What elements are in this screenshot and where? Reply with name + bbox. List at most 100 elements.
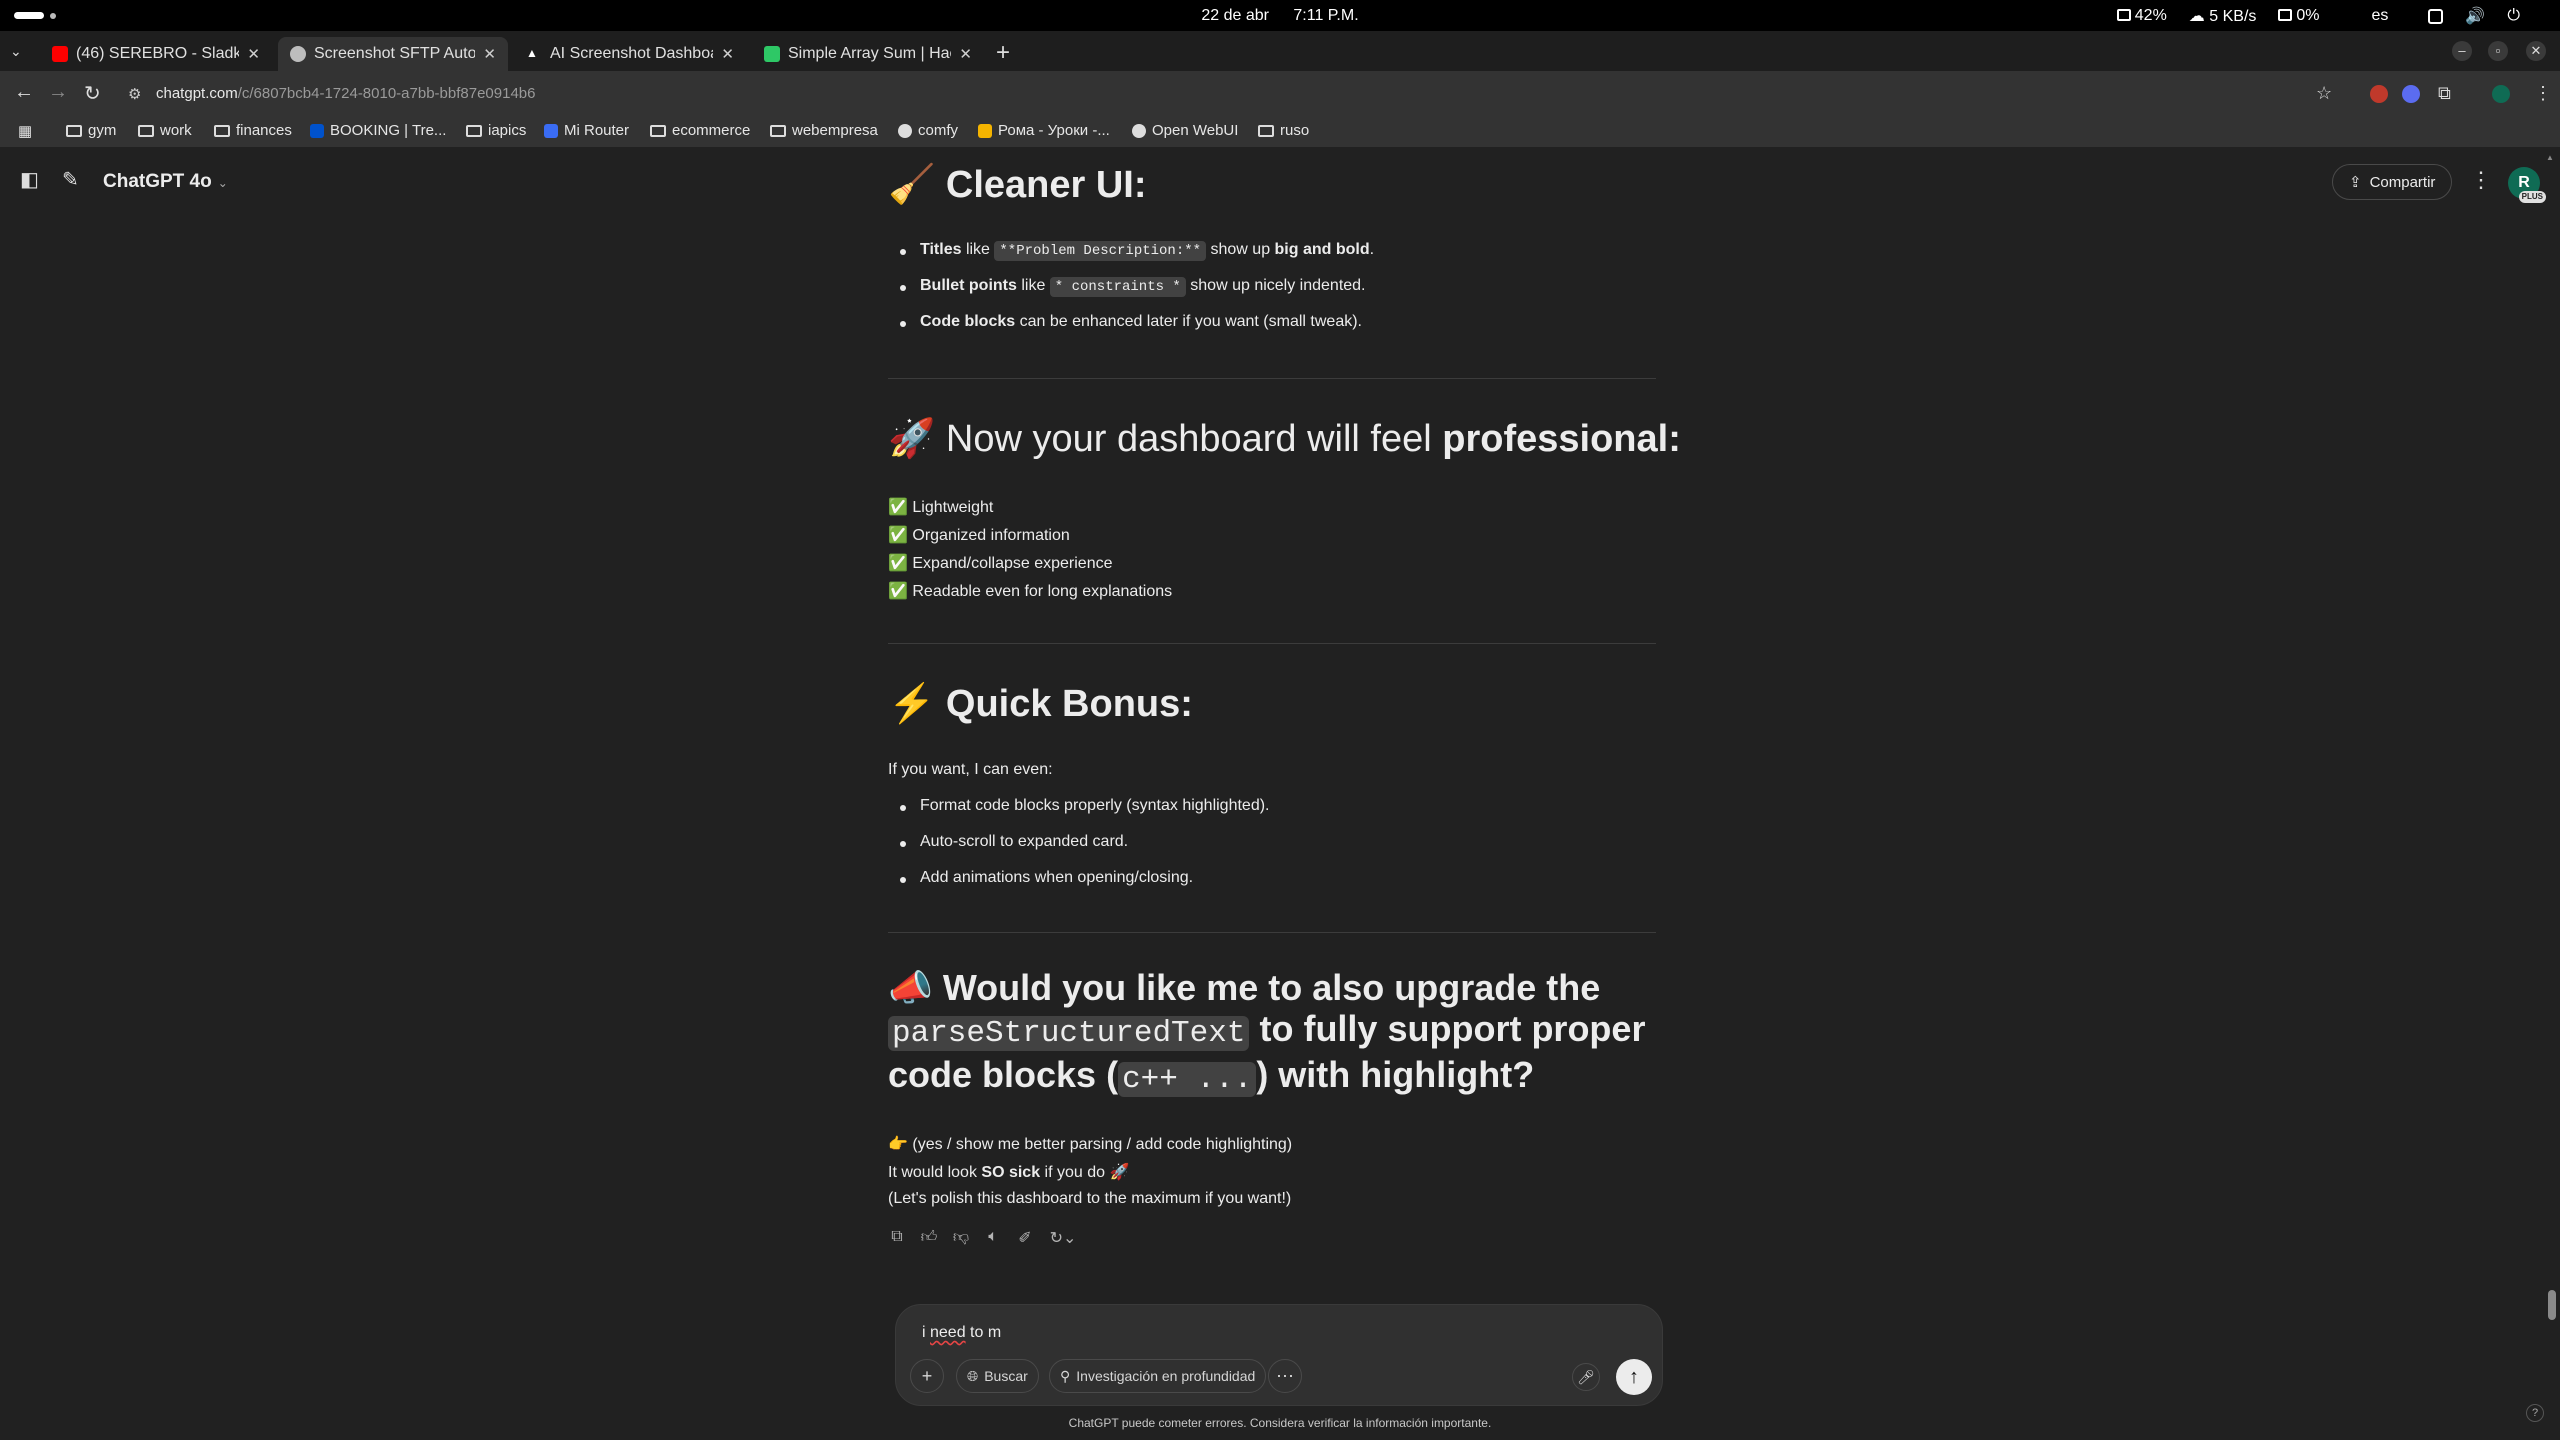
cpu-indicator[interactable]: 0% xyxy=(2278,7,2320,25)
microphone-icon[interactable]: 🎤︎ xyxy=(1572,1363,1600,1391)
close-tab-icon[interactable]: ✕ xyxy=(483,45,496,63)
thumbs-up-icon[interactable]: 👍︎ xyxy=(920,1228,938,1248)
apps-grid-icon[interactable]: ▦ xyxy=(18,122,32,140)
screen-icon[interactable] xyxy=(2428,8,2444,24)
share-icon: ⇪ xyxy=(2349,174,2362,191)
check-item: ✅ Lightweight xyxy=(888,499,994,516)
check-item: ✅ Organized information xyxy=(888,527,1070,544)
list-item: Titles like **Problem Description:** sho… xyxy=(888,241,1374,277)
list-item: Code blocks can be enhanced later if you… xyxy=(888,313,1374,349)
forward-arrow-icon[interactable]: → xyxy=(48,81,68,104)
address-bar: ← → ↻ ⚙ chatgpt.com/c/6807bcb4-1724-8010… xyxy=(0,71,2560,117)
help-icon[interactable]: ? xyxy=(2526,1404,2544,1422)
regenerate-icon[interactable]: ↻⌄ xyxy=(1048,1228,1078,1248)
divider xyxy=(888,378,1656,379)
folder-icon xyxy=(770,124,786,137)
bookmark-folder-ruso[interactable]: ruso xyxy=(1258,122,1309,139)
thumbs-down-icon[interactable]: 👎︎ xyxy=(952,1228,970,1248)
network-indicator[interactable]: ☁ 5 KB/s xyxy=(2189,6,2257,26)
copy-icon[interactable]: ⧉ xyxy=(888,1228,906,1248)
system-time: 7:11 P.M. xyxy=(1293,7,1359,24)
section-heading: ⚡ Quick Bonus: xyxy=(888,683,1193,725)
bookmark-folder-gym[interactable]: gym xyxy=(66,122,116,139)
folder-icon xyxy=(650,124,666,137)
browser-tab[interactable]: (46) SEREBRO - Sladko ✕ xyxy=(40,37,272,71)
send-button[interactable]: ↑ xyxy=(1616,1359,1652,1395)
puzzle-extensions-icon[interactable]: ⧉ xyxy=(2438,83,2451,104)
prompt-input[interactable]: i need to m xyxy=(922,1324,1001,1342)
search-button[interactable]: 🌐︎ Buscar xyxy=(956,1359,1039,1393)
bookmark-booking[interactable]: BOOKING | Tre... xyxy=(310,122,446,139)
chevron-down-icon: ⌄ xyxy=(217,176,228,190)
deep-research-button[interactable]: ⚲ Investigación en profundidad xyxy=(1049,1359,1267,1393)
close-tab-icon[interactable]: ✕ xyxy=(721,45,734,63)
check-item: ✅ Readable even for long explanations xyxy=(888,583,1173,600)
site-info-icon[interactable]: ⚙ xyxy=(128,85,141,103)
list-item: Format code blocks properly (syntax high… xyxy=(888,797,1270,833)
system-date: 22 de abr xyxy=(1201,7,1269,24)
bookmark-folder-webempresa[interactable]: webempresa xyxy=(770,122,878,139)
sidebar-toggle-icon[interactable]: ◧ xyxy=(20,167,39,192)
bookmarks-bar: ▦ gym work finances BOOKING | Tre... iap… xyxy=(0,117,2560,147)
url-field[interactable]: chatgpt.com/c/6807bcb4-1724-8010-a7bb-bb… xyxy=(156,85,535,102)
browser-menu-icon[interactable]: ⋮ xyxy=(2534,83,2552,104)
openwebui-favicon-icon xyxy=(1132,123,1146,138)
more-options-icon[interactable]: ⋮ xyxy=(2470,167,2492,193)
tab-search-chevron-icon[interactable]: ⌄ xyxy=(10,43,22,60)
bookmark-folder-ecommerce[interactable]: ecommerce xyxy=(650,122,750,139)
bookmark-folder-finances[interactable]: finances xyxy=(214,122,292,139)
attach-plus-icon[interactable]: + xyxy=(910,1359,944,1393)
minimize-icon[interactable]: – xyxy=(2452,41,2472,61)
app-header: ◧ ✎ ChatGPT 4o ⌄ ⇪ Compartir ⋮ R PLUS xyxy=(0,147,2560,215)
maximize-icon[interactable]: ▫ xyxy=(2488,41,2508,61)
browser-tab[interactable]: Simple Array Sum | Hack ✕ xyxy=(752,37,984,71)
roma-favicon-icon xyxy=(978,123,992,138)
close-tab-icon[interactable]: ✕ xyxy=(959,45,972,63)
browser-tab-active[interactable]: Screenshot SFTP Automa ✕ xyxy=(278,37,508,71)
bookmark-mi-router[interactable]: Mi Router xyxy=(544,122,629,139)
power-icon[interactable]: ⏻ xyxy=(2507,7,2520,25)
workspace-indicator[interactable] xyxy=(14,12,44,19)
reload-icon[interactable]: ↻ xyxy=(84,81,101,106)
system-clock[interactable]: 22 de abr 7:11 P.M. xyxy=(1180,7,1380,25)
new-chat-icon[interactable]: ✎ xyxy=(62,167,79,192)
bookmark-folder-work[interactable]: work xyxy=(138,122,192,139)
bookmark-roma[interactable]: Рома - Уроки -... xyxy=(978,122,1110,139)
browser-tab[interactable]: ▲ AI Screenshot Dashboard ✕ xyxy=(514,37,746,71)
new-tab-icon[interactable]: + xyxy=(996,39,1010,67)
close-tab-icon[interactable]: ✕ xyxy=(247,45,260,63)
more-tools-icon[interactable]: ⋯ xyxy=(1268,1359,1302,1393)
folder-icon xyxy=(466,124,482,137)
scrollbar-thumb[interactable] xyxy=(2548,1290,2556,1320)
bookmark-folder-iapics[interactable]: iapics xyxy=(466,122,526,139)
profile-icon[interactable] xyxy=(2492,85,2510,103)
bullet-list: Titles like **Problem Description:** sho… xyxy=(888,241,1374,349)
telescope-icon: ⚲ xyxy=(1060,1367,1071,1384)
booking-favicon-icon xyxy=(310,123,324,138)
back-arrow-icon[interactable]: ← xyxy=(14,81,34,104)
tab-title: (46) SEREBRO - Sladko xyxy=(76,45,240,62)
close-window-icon[interactable]: ✕ xyxy=(2526,41,2546,61)
share-button[interactable]: ⇪ Compartir xyxy=(2332,164,2453,200)
read-aloud-icon[interactable]: 🔈︎ xyxy=(984,1228,1002,1248)
folder-icon xyxy=(138,124,154,137)
bookmark-star-icon[interactable]: ☆ xyxy=(2316,83,2332,104)
chatgpt-favicon-icon xyxy=(290,46,306,62)
edit-canvas-icon[interactable]: ✐ xyxy=(1016,1228,1034,1248)
volume-icon[interactable]: 🔊 xyxy=(2465,6,2485,26)
extension-icon[interactable] xyxy=(2370,85,2388,103)
bookmark-open-webui[interactable]: Open WebUI xyxy=(1132,122,1238,139)
avatar[interactable]: R PLUS xyxy=(2508,167,2546,203)
scroll-up-arrow-icon[interactable]: ▲ xyxy=(2546,153,2554,162)
bookmark-comfy[interactable]: comfy xyxy=(898,122,958,139)
cpu-icon xyxy=(2278,9,2293,21)
lightning-emoji-icon: ⚡ xyxy=(888,683,936,725)
battery-indicator[interactable]: 42% xyxy=(2116,7,2167,25)
workspace-dot[interactable] xyxy=(50,13,56,19)
paragraph: It would look SO sick if you do 🚀 xyxy=(888,1164,1130,1181)
megaphone-emoji-icon: 📣 xyxy=(888,967,933,1008)
language-indicator[interactable]: es xyxy=(2372,7,2389,25)
extension-icon[interactable] xyxy=(2402,85,2420,103)
list-item: Bullet points like * constraints * show … xyxy=(888,277,1374,313)
model-selector[interactable]: ChatGPT 4o ⌄ xyxy=(103,171,228,193)
